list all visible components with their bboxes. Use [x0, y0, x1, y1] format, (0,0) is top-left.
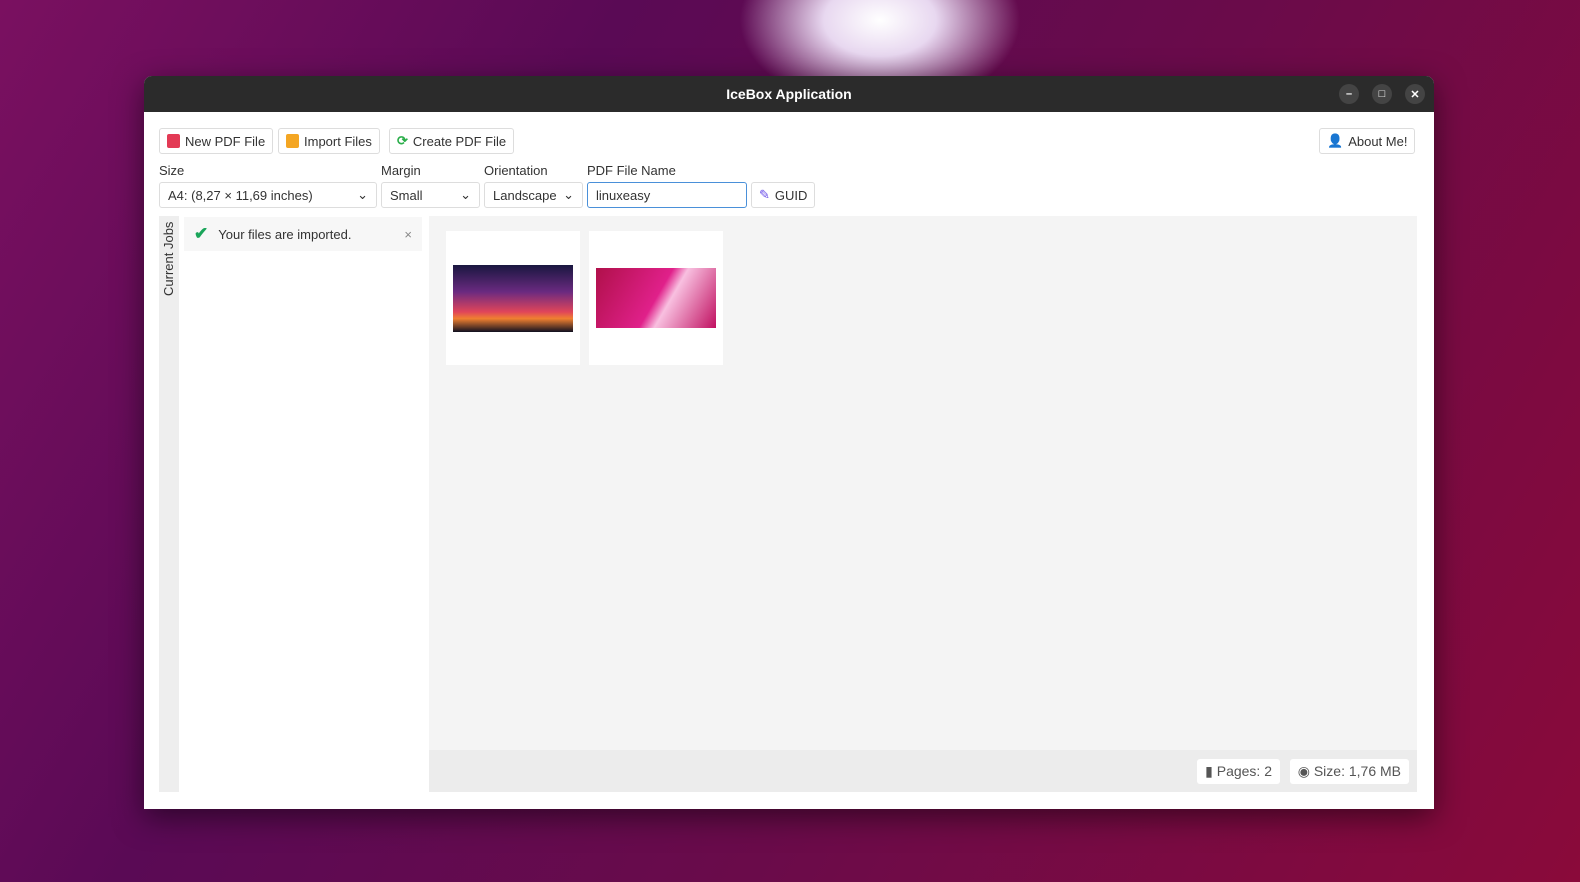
notification: ✔ Your files are imported. ×	[184, 217, 422, 251]
size-value: A4: (8,27 × 11,69 inches)	[168, 187, 313, 203]
current-jobs-tab[interactable]: Current Jobs	[159, 216, 179, 792]
new-pdf-label: New PDF File	[185, 133, 266, 149]
margin-value: Small	[390, 187, 423, 203]
close-button[interactable]: ✕	[1405, 84, 1425, 104]
dismiss-icon[interactable]: ×	[404, 227, 412, 242]
title-bar: IceBox Application – □ ✕	[144, 76, 1434, 112]
orientation-select[interactable]: Landscape ⌄	[484, 182, 583, 208]
thumbnail-image	[596, 268, 716, 328]
disk-icon: ◉	[1297, 763, 1314, 779]
app-window: IceBox Application – □ ✕ New PDF File Im…	[144, 76, 1434, 809]
user-icon: 👤	[1327, 133, 1344, 148]
import-label: Import Files	[304, 133, 372, 149]
magic-icon: ✎	[759, 187, 770, 202]
chevron-down-icon: ⌄	[460, 187, 471, 202]
check-icon: ✔	[194, 224, 209, 243]
page-thumbnail[interactable]	[589, 231, 723, 365]
folder-icon	[286, 134, 299, 148]
guid-label: GUID	[774, 187, 808, 203]
chevron-down-icon: ⌄	[357, 187, 368, 202]
new-pdf-button[interactable]: New PDF File	[159, 128, 274, 154]
window-title: IceBox Application	[726, 86, 852, 102]
pages-area: ▮ Pages: 2 ◉ Size: 1,76 MB	[429, 216, 1417, 792]
size-select[interactable]: A4: (8,27 × 11,69 inches) ⌄	[159, 182, 377, 208]
about-button[interactable]: 👤 About Me!	[1319, 128, 1416, 154]
margin-select[interactable]: Small ⌄	[381, 182, 480, 208]
size-text: Size: 1,76 MB	[1313, 763, 1401, 779]
orientation-value: Landscape	[493, 187, 557, 203]
create-pdf-button[interactable]: ⟳ Create PDF File	[389, 128, 515, 154]
guid-button[interactable]: ✎ GUID	[751, 182, 816, 208]
margin-label: Margin	[381, 163, 421, 178]
filename-label: PDF File Name	[587, 163, 676, 178]
create-label: Create PDF File	[412, 133, 507, 149]
about-label: About Me!	[1348, 133, 1408, 149]
minimize-button[interactable]: –	[1339, 84, 1359, 104]
page-thumbnail[interactable]	[446, 231, 580, 365]
filename-value: linuxeasy	[596, 187, 651, 203]
current-jobs-label: Current Jobs	[161, 221, 176, 296]
status-bar: ▮ Pages: 2 ◉ Size: 1,76 MB	[429, 750, 1417, 792]
maximize-button[interactable]: □	[1372, 84, 1392, 104]
size-label: Size	[159, 163, 185, 178]
size-badge: ◉ Size: 1,76 MB	[1289, 759, 1409, 784]
import-files-button[interactable]: Import Files	[278, 128, 380, 154]
file-icon: ▮	[1205, 763, 1217, 779]
chevron-down-icon: ⌄	[563, 187, 574, 202]
pages-badge: ▮ Pages: 2	[1197, 759, 1280, 784]
pdf-icon	[167, 134, 180, 148]
refresh-icon: ⟳	[397, 133, 408, 148]
orientation-label: Orientation	[484, 163, 548, 178]
filename-input[interactable]: linuxeasy	[587, 182, 747, 208]
thumbnail-image	[453, 265, 573, 332]
pages-text: Pages: 2	[1216, 763, 1272, 779]
notification-text: Your files are imported.	[218, 226, 352, 242]
